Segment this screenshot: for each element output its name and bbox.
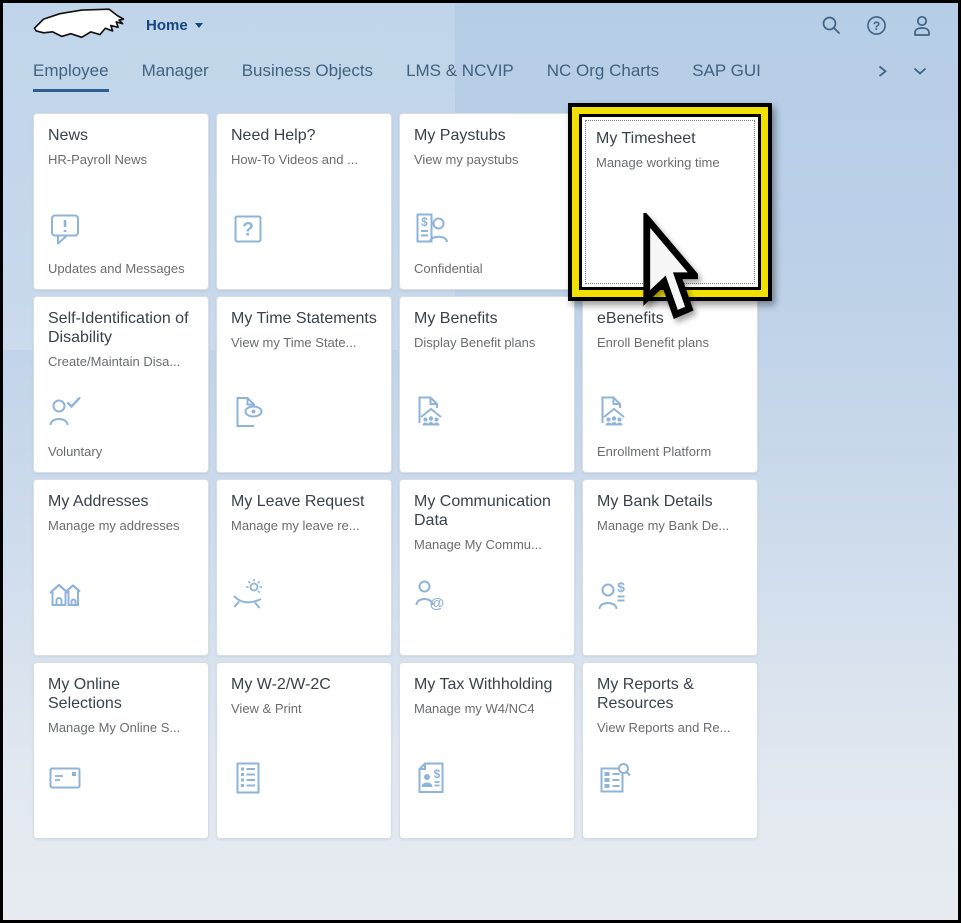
family-document-icon bbox=[596, 394, 632, 430]
paystub-person-icon bbox=[413, 211, 449, 247]
family-document-icon bbox=[413, 394, 449, 430]
tile-subtitle: View my paystubs bbox=[414, 151, 519, 167]
app-window: Home ? Employee Manager Business Objects bbox=[0, 0, 961, 923]
tile-title: My Bank Details bbox=[597, 493, 713, 510]
tile-subtitle: Manage working time bbox=[596, 154, 720, 170]
houses-icon bbox=[47, 577, 83, 613]
search-icon[interactable] bbox=[821, 15, 841, 35]
user-icon[interactable] bbox=[912, 15, 932, 36]
tile-subtitle: Manage my leave re... bbox=[231, 517, 360, 533]
tile-title: eBenefits bbox=[597, 310, 664, 327]
tile-footer: Confidential bbox=[414, 261, 483, 276]
envelope-icon bbox=[47, 760, 83, 796]
tile-my-bank-details[interactable]: My Bank Details Manage my Bank De... bbox=[582, 479, 758, 656]
tile-title: My Paystubs bbox=[414, 127, 506, 144]
tile-my-benefits[interactable]: My Benefits Display Benefit plans bbox=[399, 296, 575, 473]
alert-bubble-icon bbox=[47, 211, 83, 247]
tile-need-help[interactable]: Need Help? How-To Videos and ... bbox=[216, 113, 392, 290]
tile-subtitle: HR-Payroll News bbox=[48, 151, 147, 167]
tab-nc-org-charts[interactable]: NC Org Charts bbox=[547, 47, 659, 95]
tile-subtitle: Manage My Commu... bbox=[414, 536, 542, 552]
person-check-icon bbox=[47, 394, 83, 430]
tile-title: My W-2/W-2C bbox=[231, 676, 331, 693]
person-dollar-icon bbox=[596, 577, 632, 613]
tile-subtitle: View my Time State... bbox=[231, 334, 357, 350]
tile-subtitle: Manage My Online S... bbox=[48, 719, 181, 735]
svg-text:?: ? bbox=[873, 18, 880, 32]
tile-my-communication-data[interactable]: My Communication Data Manage My Commu... bbox=[399, 479, 575, 656]
tab-manager[interactable]: Manager bbox=[142, 47, 209, 95]
tile-title: My Timesheet bbox=[596, 130, 696, 147]
tile-my-tax-withholding[interactable]: My Tax Withholding Manage my W4/NC4 bbox=[399, 662, 575, 839]
vacation-icon bbox=[230, 577, 266, 613]
tile-title: My Communication Data bbox=[414, 493, 551, 529]
topbar-icons: ? bbox=[821, 15, 932, 36]
tab-sap-gui[interactable]: SAP GUI bbox=[692, 47, 761, 95]
tile-title: My Online Selections bbox=[48, 676, 122, 712]
tile-ebenefits[interactable]: eBenefits Enroll Benefit plans Enrollmen… bbox=[582, 296, 758, 473]
tile-my-time-statements[interactable]: My Time Statements View my Time State... bbox=[216, 296, 392, 473]
tile-title: My Tax Withholding bbox=[414, 676, 553, 693]
chevron-down-icon bbox=[194, 22, 203, 28]
tab-business-objects[interactable]: Business Objects bbox=[242, 47, 373, 95]
tile-subtitle: View & Print bbox=[231, 700, 302, 716]
tab-label: SAP GUI bbox=[692, 61, 761, 80]
tile-my-online-selections[interactable]: My Online Selections Manage My Online S.… bbox=[33, 662, 209, 839]
tile-title: News bbox=[48, 127, 89, 144]
home-label: Home bbox=[146, 16, 188, 34]
tile-subtitle: View Reports and Re... bbox=[597, 719, 731, 735]
tile-my-leave-request[interactable]: My Leave Request Manage my leave re... bbox=[216, 479, 392, 656]
tab-label: NC Org Charts bbox=[546, 61, 660, 80]
tile-my-paystubs[interactable]: My Paystubs View my paystubs Confidentia… bbox=[399, 113, 575, 290]
tile-subtitle: Create/Maintain Disa... bbox=[48, 353, 181, 369]
help-icon[interactable]: ? bbox=[866, 15, 887, 36]
list-document-icon bbox=[230, 760, 266, 796]
highlight-frame: My Timesheet Manage working time bbox=[568, 103, 772, 301]
tile-subtitle: Manage my W4/NC4 bbox=[414, 700, 535, 716]
tab-lms-ncvip[interactable]: LMS & NCVIP bbox=[406, 47, 514, 95]
tab-employee[interactable]: Employee bbox=[33, 47, 109, 95]
nc-state-logo bbox=[33, 8, 125, 39]
tile-title: My Benefits bbox=[414, 310, 498, 327]
tile-footer: Enrollment Platform bbox=[597, 444, 712, 459]
tile-footer: Updates and Messages bbox=[48, 261, 185, 276]
chevron-down-icon[interactable] bbox=[912, 64, 928, 78]
tile-self-identification-of-disability[interactable]: Self-Identification of Disability Create… bbox=[33, 296, 209, 473]
tile-title: My Time Statements bbox=[231, 310, 377, 327]
tab-label: LMS & NCVIP bbox=[406, 61, 514, 80]
tile-title: My Reports & Resources bbox=[597, 676, 694, 712]
report-search-icon bbox=[596, 760, 632, 796]
tile-subtitle: How-To Videos and ... bbox=[231, 151, 358, 167]
tile-news[interactable]: News HR-Payroll News Updates and Message… bbox=[33, 113, 209, 290]
tax-document-icon bbox=[413, 760, 449, 796]
person-at-icon bbox=[413, 577, 449, 613]
tab-bar: Employee Manager Business Objects LMS & … bbox=[3, 47, 958, 95]
question-box-icon bbox=[230, 211, 266, 247]
tile-my-w-2-w-2c[interactable]: My W-2/W-2C View & Print bbox=[216, 662, 392, 839]
tile-subtitle: Enroll Benefit plans bbox=[597, 334, 710, 350]
tab-label: Manager bbox=[141, 61, 209, 80]
document-eye-icon bbox=[230, 394, 266, 430]
tile-footer: Voluntary bbox=[48, 444, 103, 459]
tile-subtitle: Manage my Bank De... bbox=[597, 517, 730, 533]
tile-title: My Addresses bbox=[48, 493, 149, 510]
top-bar: Home ? bbox=[3, 3, 958, 47]
tab-label: Business Objects bbox=[241, 61, 374, 80]
tile-subtitle: Display Benefit plans bbox=[414, 334, 536, 350]
tile-my-addresses[interactable]: My Addresses Manage my addresses bbox=[33, 479, 209, 656]
tile-title: My Leave Request bbox=[231, 493, 365, 510]
tile-subtitle: Manage my addresses bbox=[48, 517, 180, 533]
tile-title: Need Help? bbox=[231, 127, 316, 144]
home-menu-button[interactable]: Home bbox=[146, 17, 203, 34]
tile-my-reports-resources[interactable]: My Reports & Resources View Reports and … bbox=[582, 662, 758, 839]
tile-title: Self-Identification of Disability bbox=[48, 310, 189, 346]
tab-list: Employee Manager Business Objects LMS & … bbox=[33, 47, 761, 95]
tab-overflow-controls bbox=[875, 47, 928, 95]
tile-my-timesheet-highlighted[interactable]: My Timesheet Manage working time bbox=[579, 114, 761, 290]
tab-label: Employee bbox=[33, 61, 109, 80]
chevron-right-icon[interactable] bbox=[875, 64, 889, 78]
